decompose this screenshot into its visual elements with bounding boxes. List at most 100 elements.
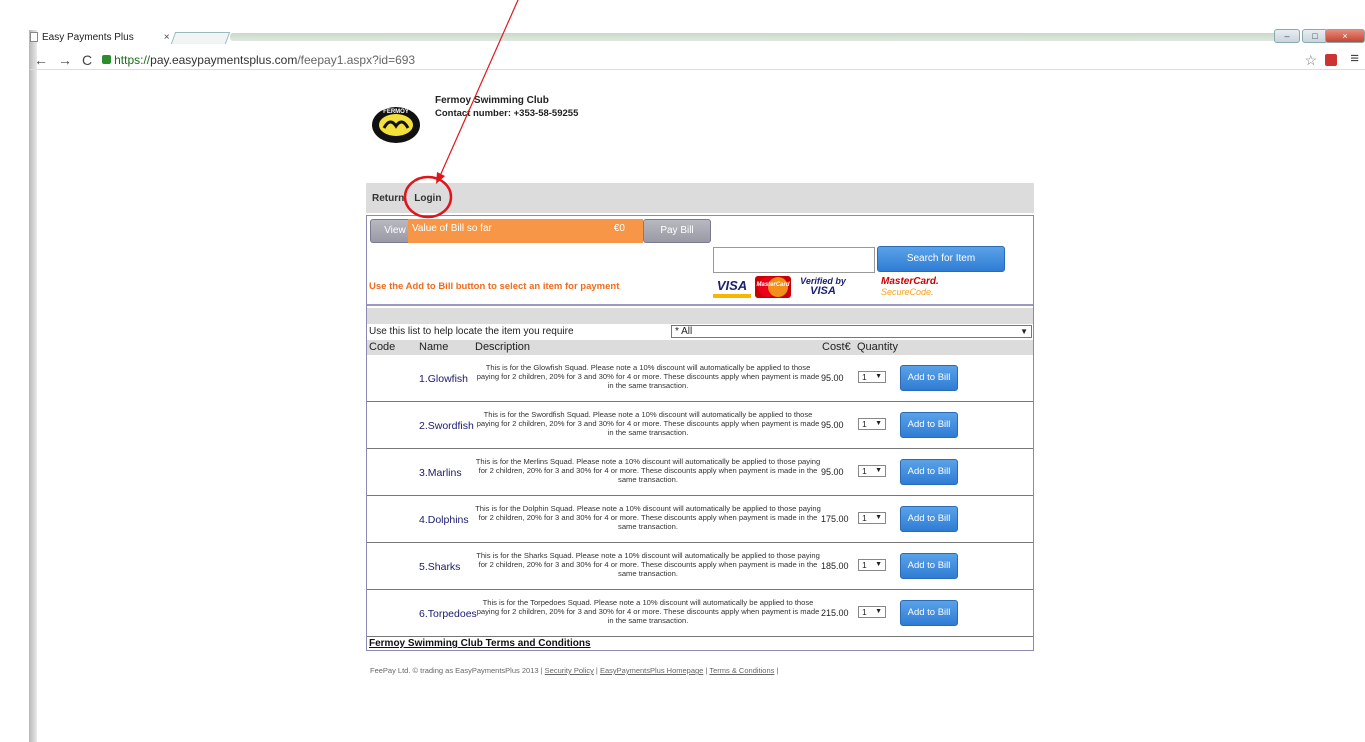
securecode-text-1: MasterCard. <box>881 276 939 287</box>
mastercard-logo-text: MasterCard <box>756 282 790 288</box>
footer-separator: | <box>774 666 779 675</box>
quantity-value: 1 <box>862 607 867 617</box>
add-to-bill-button[interactable]: Add to Bill <box>900 553 958 579</box>
mastercard-logo: MasterCard <box>755 276 791 298</box>
close-window-button[interactable]: × <box>1325 29 1365 43</box>
quantity-select[interactable]: 1 ▼ <box>858 606 886 618</box>
bill-value-amount: €0 <box>613 223 625 234</box>
bill-panel: View Bill Value of Bill so far €0 Pay Bi… <box>366 215 1034 651</box>
address-bar: ← → C https://pay.easypaymentsplus.com/f… <box>30 50 1365 70</box>
bookmark-star-icon[interactable]: ☆ <box>1304 52 1317 69</box>
item-name: 6.Torpedoes <box>419 608 477 620</box>
table-row: 6.Torpedoes This is for the Torpedoes Sq… <box>367 591 1033 637</box>
filter-label: Use this list to help locate the item yo… <box>369 326 574 337</box>
header-name: Name <box>419 341 449 353</box>
tab-bar: Easy Payments Plus × <box>30 30 1365 44</box>
dropdown-arrow-icon: ▼ <box>875 514 882 521</box>
item-description: This is for the Swordfish Squad. Please … <box>476 410 820 437</box>
payment-logos: VISA MasterCard Verified by VISA MasterCa… <box>713 276 1003 300</box>
item-name: 2.Swordfish <box>419 420 474 432</box>
tab-close-icon[interactable]: × <box>164 32 170 43</box>
browser-chrome: Easy Payments Plus × – □ × ← → C https:/… <box>0 0 1365 70</box>
item-name: 1.Glowfish <box>419 373 469 385</box>
page-nav: Return Login <box>366 183 1034 213</box>
item-description: This is for the Glowfish Squad. Please n… <box>476 363 820 390</box>
dropdown-arrow-icon: ▼ <box>875 373 882 380</box>
header-code: Code <box>369 341 396 353</box>
visa-logo: VISA <box>713 276 751 298</box>
quantity-select[interactable]: 1 ▼ <box>858 559 886 571</box>
instruction-text: Use the Add to Bill button to select an … <box>369 281 620 292</box>
footer-copyright: FeePay Ltd. © trading as EasyPaymentsPlu… <box>370 666 545 675</box>
reload-icon[interactable]: C <box>82 52 92 68</box>
window-edge <box>29 30 37 742</box>
search-button[interactable]: Search for Item <box>877 246 1005 272</box>
add-to-bill-button[interactable]: Add to Bill <box>900 412 958 438</box>
quantity-select[interactable]: 1 ▼ <box>858 371 886 383</box>
dropdown-arrow-icon: ▼ <box>875 420 882 427</box>
club-logo: FERMOY <box>372 107 420 143</box>
lock-icon <box>102 55 112 64</box>
footer-terms-link[interactable]: Terms & Conditions <box>709 666 774 675</box>
forward-icon[interactable]: → <box>58 52 72 68</box>
url-scheme: https:// <box>114 52 151 67</box>
verified-by-visa-logo: Verified by VISA <box>795 276 851 298</box>
menu-icon[interactable]: ≡ <box>1350 50 1359 67</box>
verified-visa-text: VISA <box>810 285 836 297</box>
document-icon <box>30 32 38 42</box>
url-host: pay.easypaymentsplus.com <box>150 52 298 67</box>
url-path: /feepay1.aspx?id=693 <box>297 52 416 67</box>
url-field[interactable]: https://pay.easypaymentsplus.com/feepay1… <box>114 53 415 67</box>
extension-icon[interactable] <box>1325 54 1337 66</box>
item-name: 5.Sharks <box>419 561 461 573</box>
return-link[interactable]: Return <box>372 193 404 204</box>
divider <box>367 304 1033 306</box>
header-quantity: Quantity <box>857 341 898 353</box>
table-header: Code Name Description Cost€ Quantity <box>367 340 1033 355</box>
homepage-link[interactable]: EasyPaymentsPlus Homepage <box>600 666 703 675</box>
back-icon[interactable]: ← <box>34 52 48 68</box>
item-description: This is for the Merlins Squad. Please no… <box>475 457 821 484</box>
tab-title: Easy Payments Plus <box>42 31 134 43</box>
dropdown-arrow-icon: ▼ <box>875 561 882 568</box>
quantity-select[interactable]: 1 ▼ <box>858 465 886 477</box>
bill-value-bar: Value of Bill so far €0 <box>408 219 643 243</box>
terms-link[interactable]: Fermoy Swimming Club Terms and Condition… <box>369 638 591 649</box>
item-cost: 95.00 <box>821 373 844 383</box>
quantity-select[interactable]: 1 ▼ <box>858 512 886 524</box>
login-link[interactable]: Login <box>414 193 441 204</box>
dropdown-arrow-icon: ▼ <box>875 608 882 615</box>
dropdown-arrow-icon: ▼ <box>875 467 882 474</box>
new-tab-button[interactable] <box>170 32 231 44</box>
club-name: Fermoy Swimming Club <box>435 95 549 106</box>
quantity-value: 1 <box>862 560 867 570</box>
search-input[interactable] <box>713 247 875 273</box>
item-cost: 175.00 <box>821 514 849 524</box>
add-to-bill-button[interactable]: Add to Bill <box>900 600 958 626</box>
add-to-bill-button[interactable]: Add to Bill <box>900 459 958 485</box>
quantity-value: 1 <box>862 513 867 523</box>
table-row: 4.Dolphins This is for the Dolphin Squad… <box>367 497 1033 543</box>
quantity-value: 1 <box>862 419 867 429</box>
page-footer: FeePay Ltd. © trading as EasyPaymentsPlu… <box>370 666 778 675</box>
add-to-bill-button[interactable]: Add to Bill <box>900 506 958 532</box>
minimize-button[interactable]: – <box>1274 29 1300 43</box>
item-description: This is for the Dolphin Squad. Please no… <box>475 504 821 531</box>
bill-value-label: Value of Bill so far <box>412 223 492 234</box>
category-select-value: * All <box>675 326 693 337</box>
item-name: 4.Dolphins <box>419 514 469 526</box>
item-description: This is for the Torpedoes Squad. Please … <box>476 598 820 625</box>
tab-strip <box>230 33 1290 41</box>
pay-bill-button[interactable]: Pay Bill <box>643 219 711 243</box>
security-policy-link[interactable]: Security Policy <box>545 666 594 675</box>
browser-tab[interactable]: Easy Payments Plus × <box>30 30 170 44</box>
category-select[interactable]: * All ▼ <box>671 325 1032 338</box>
contact-number: Contact number: +353-58-59255 <box>435 108 579 119</box>
quantity-value: 1 <box>862 372 867 382</box>
table-row: 2.Swordfish This is for the Swordfish Sq… <box>367 403 1033 449</box>
mastercard-securecode-logo: MasterCard. SecureCode. <box>881 276 941 298</box>
table-row: 5.Sharks This is for the Sharks Squad. P… <box>367 544 1033 590</box>
quantity-select[interactable]: 1 ▼ <box>858 418 886 430</box>
header-description: Description <box>475 341 531 353</box>
add-to-bill-button[interactable]: Add to Bill <box>900 365 958 391</box>
